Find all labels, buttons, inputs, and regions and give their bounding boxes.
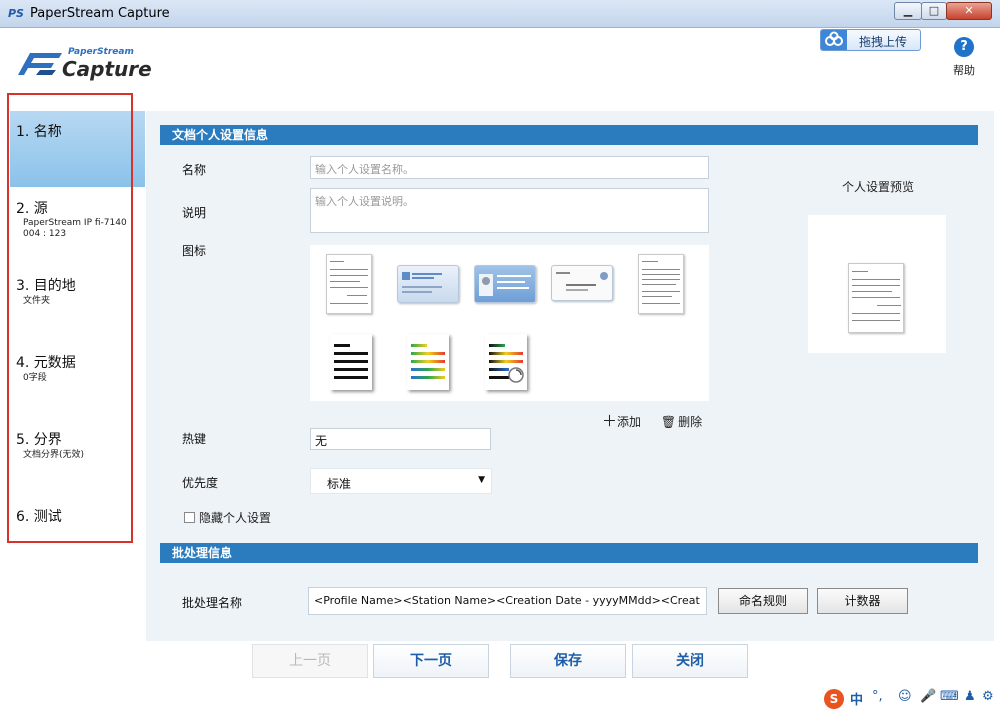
naming-rule-button[interactable]: 命名规则 xyxy=(718,588,808,614)
sogou-ime-icon[interactable]: S xyxy=(824,689,844,709)
color-doc-icon[interactable] xyxy=(407,334,449,390)
monochrome-doc-icon[interactable] xyxy=(330,334,372,390)
title-bar: PS PaperStream Capture ▁ □ ✕ xyxy=(0,0,1000,28)
add-icon-button[interactable]: ＋添加 xyxy=(602,412,653,430)
delete-icon-button[interactable]: 🗑 删除 xyxy=(661,415,710,429)
app-logo: PaperStream Capture xyxy=(16,47,166,91)
name-label: 名称 xyxy=(182,163,207,177)
batch-name-input[interactable]: <Profile Name><Station Name><Creation Da… xyxy=(308,587,707,615)
batch-section-header: 批处理信息 xyxy=(160,543,978,563)
invoice-doc-icon[interactable] xyxy=(326,254,372,314)
preview-doc-icon xyxy=(848,263,904,333)
icon-label: 图标 xyxy=(182,244,207,258)
insurance-card-icon[interactable] xyxy=(397,265,459,303)
description-label: 说明 xyxy=(182,206,207,220)
ime-punctuation-toggle[interactable]: °, xyxy=(872,689,883,704)
app-icon: PS xyxy=(8,7,24,20)
hide-profile-checkbox[interactable]: 隐藏个人设置 xyxy=(184,509,271,526)
letter-doc-icon[interactable] xyxy=(638,254,684,314)
emoji-icon[interactable]: ☺ xyxy=(898,689,912,704)
hotkey-input[interactable]: 无 xyxy=(310,428,491,450)
maximize-button[interactable]: □ xyxy=(921,2,947,20)
trash-icon: 🗑 xyxy=(660,415,677,429)
help-icon: ? xyxy=(954,37,974,57)
close-button[interactable]: 关闭 xyxy=(632,644,748,678)
tools-icon[interactable]: ⚙ xyxy=(982,689,994,704)
save-button[interactable]: 保存 xyxy=(510,644,626,678)
app-header: PaperStream Capture 拖拽上传 ? 帮助 xyxy=(0,29,1000,111)
counter-button[interactable]: 计数器 xyxy=(817,588,908,614)
window-title: PaperStream Capture xyxy=(30,6,170,21)
previous-button[interactable]: 上一页 xyxy=(252,644,368,678)
help-button[interactable]: ? 帮助 xyxy=(948,37,980,77)
microphone-icon[interactable]: 🎤 xyxy=(920,689,936,704)
keyboard-icon[interactable]: ⌨ xyxy=(940,689,959,704)
logo-text-small: PaperStream xyxy=(68,47,134,57)
profile-name-input[interactable]: 输入个人设置名称。 xyxy=(310,156,709,179)
close-window-button[interactable]: ✕ xyxy=(946,2,992,20)
icon-picker[interactable] xyxy=(310,245,709,401)
sidebar-highlight-box xyxy=(7,93,133,543)
next-button[interactable]: 下一页 xyxy=(373,644,489,678)
user-icon[interactable]: ♟ xyxy=(964,689,976,704)
dropdown-arrow-icon: ▼ xyxy=(478,475,485,485)
checkbox-box[interactable] xyxy=(184,512,195,523)
profile-preview xyxy=(808,215,946,353)
drag-upload-label: 拖拽上传 xyxy=(859,35,908,49)
logo-mark-icon xyxy=(18,53,62,75)
priority-value: 标准 xyxy=(327,477,352,491)
license-card-icon[interactable] xyxy=(474,265,536,303)
help-label: 帮助 xyxy=(953,64,975,77)
icon-actions: ＋添加 🗑 删除 xyxy=(602,410,718,431)
cloud-icon xyxy=(821,30,847,50)
profile-section-header: 文档个人设置信息 xyxy=(160,125,978,145)
auto-color-doc-icon[interactable] xyxy=(485,334,527,390)
preview-title: 个人设置预览 xyxy=(842,180,915,194)
logo-text-big: Capture xyxy=(62,57,152,81)
profile-description-input[interactable]: 输入个人设置说明。 xyxy=(310,188,709,233)
plus-icon: ＋ xyxy=(602,412,618,430)
minimize-button[interactable]: ▁ xyxy=(894,2,922,20)
business-card-icon[interactable] xyxy=(551,265,613,301)
hotkey-label: 热键 xyxy=(182,432,207,446)
drag-upload-button[interactable]: 拖拽上传 xyxy=(820,29,921,51)
priority-label: 优先度 xyxy=(182,476,219,490)
batch-name-label: 批处理名称 xyxy=(182,596,243,610)
priority-select[interactable]: 标准 ▼ xyxy=(310,468,492,494)
ime-toolbar: S 中 °, ☺ 🎤 ⌨ ♟ ⚙ xyxy=(824,688,1000,710)
hide-profile-label: 隐藏个人设置 xyxy=(199,511,272,525)
main-panel: 文档个人设置信息 名称 输入个人设置名称。 说明 输入个人设置说明。 图标 ＋添… xyxy=(146,111,994,641)
ime-language-toggle[interactable]: 中 xyxy=(850,689,863,708)
